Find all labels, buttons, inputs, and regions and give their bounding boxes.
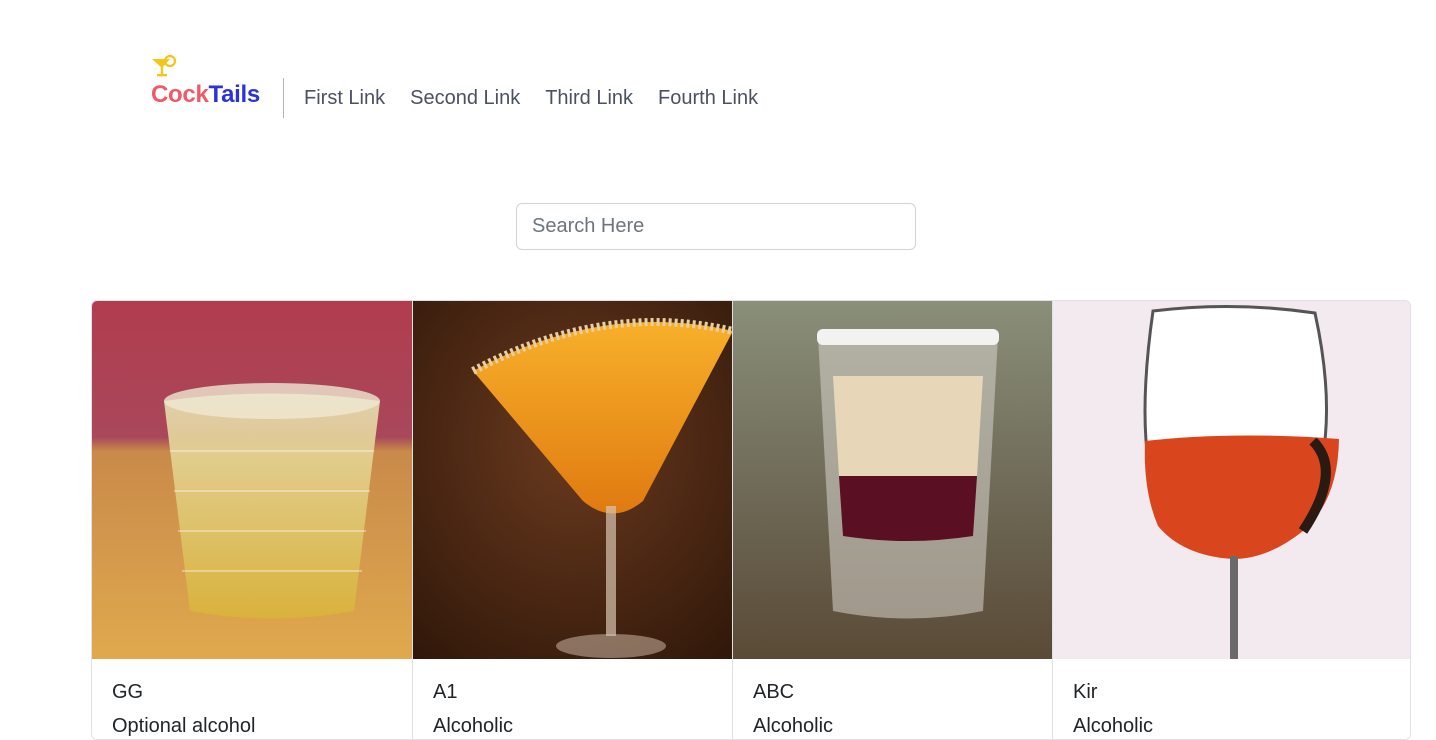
brand-logo[interactable]: CockTails	[151, 54, 263, 118]
cocktail-glass-icon	[152, 54, 177, 77]
nav-links: First Link Second Link Third Link Fourth…	[304, 85, 783, 111]
brand-divider	[283, 78, 284, 118]
nav-link-third[interactable]: Third Link	[545, 85, 633, 111]
cocktail-card-grid: GG Optional alcohol A1 Alcoholic ABC Alc…	[91, 300, 1411, 740]
cocktail-image	[733, 301, 1053, 659]
nav-link-first[interactable]: First Link	[304, 85, 385, 111]
cocktail-image	[92, 301, 412, 659]
search-input[interactable]	[516, 203, 916, 250]
cocktail-type: Alcoholic	[753, 715, 834, 737]
nav-link-second[interactable]: Second Link	[410, 85, 520, 111]
brand-name-part2: Tails	[208, 81, 261, 108]
cocktail-card[interactable]: ABC Alcoholic	[732, 301, 1053, 739]
cocktail-card[interactable]: A1 Alcoholic	[412, 301, 733, 739]
cocktail-name: Kir	[1073, 681, 1098, 703]
nav-link-fourth[interactable]: Fourth Link	[658, 85, 758, 111]
brand-name: CockTails	[151, 81, 260, 109]
brand-name-part1: Cock	[151, 81, 209, 108]
cocktail-name: A1	[433, 681, 458, 703]
cocktail-image	[413, 301, 733, 659]
cocktail-card[interactable]: Kir Alcoholic	[1052, 301, 1410, 739]
cocktail-card[interactable]: GG Optional alcohol	[92, 301, 412, 739]
cocktail-name: ABC	[753, 681, 795, 703]
cocktail-type: Alcoholic	[1073, 715, 1154, 737]
cocktail-type: Optional alcohol	[112, 715, 256, 737]
navbar: CockTails First Link Second Link Third L…	[151, 54, 758, 118]
cocktail-name: GG	[112, 681, 144, 703]
cocktail-image	[1053, 301, 1410, 659]
cocktail-type: Alcoholic	[433, 715, 514, 737]
